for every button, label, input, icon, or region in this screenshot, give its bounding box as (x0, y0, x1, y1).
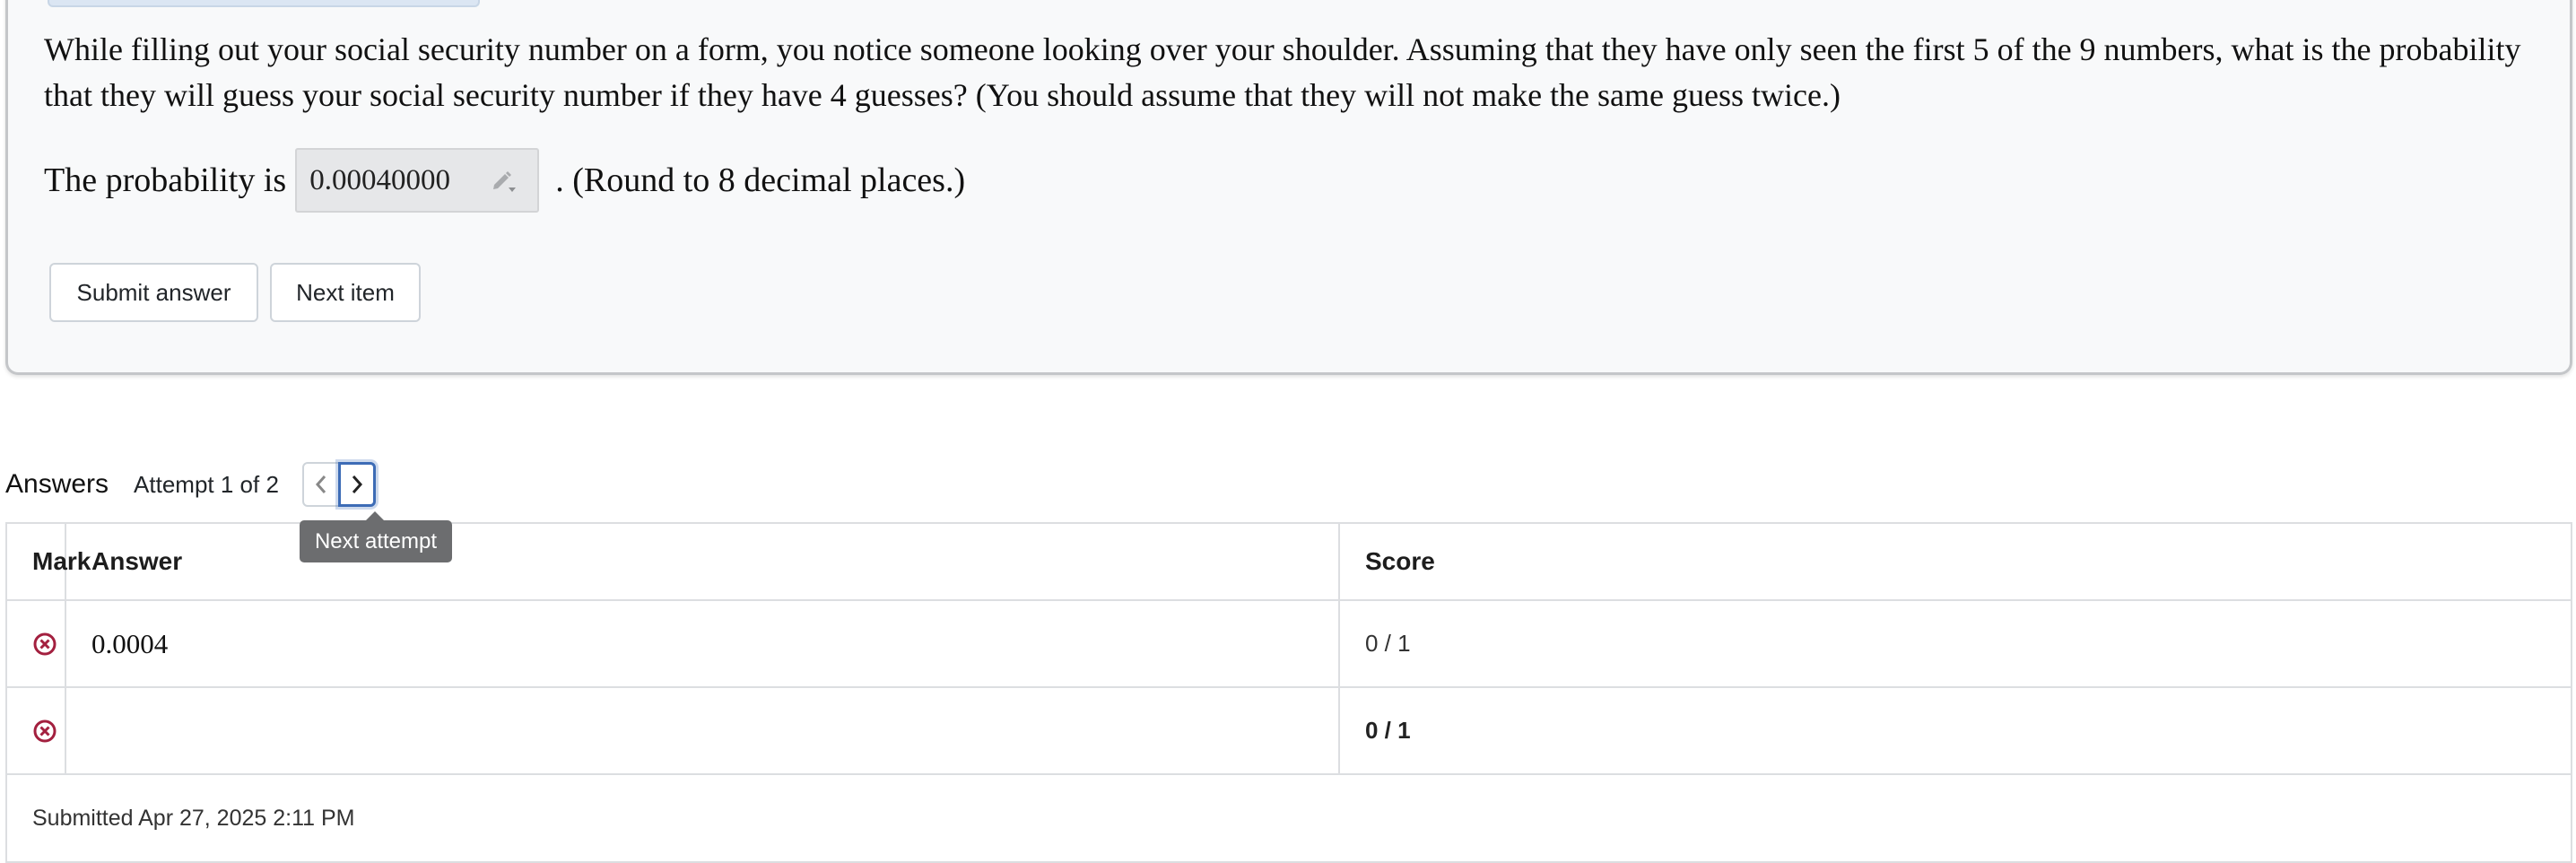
incorrect-circle-x-icon (33, 719, 57, 742)
question-header-strip (48, 0, 480, 7)
answers-title: Answers (5, 469, 109, 499)
answers-table: Mark Answer Score 0.0004 0 / 1 0 / 1 Sub… (5, 522, 2572, 863)
answers-header: Answers Attempt 1 of 2 (5, 462, 376, 507)
answer-input[interactable]: 0.00040000 (295, 148, 540, 213)
answer-line: The probability is 0.00040000 . (Round t… (44, 148, 965, 213)
attempt-label: Attempt 1 of 2 (134, 470, 279, 498)
table-row: 0.0004 0 / 1 (5, 599, 2572, 688)
tooltip-arrow (366, 511, 384, 520)
total-score-cell: 0 / 1 (1338, 686, 2572, 775)
mark-cell (5, 686, 66, 775)
question-card: While filling out your social security n… (5, 0, 2572, 375)
pencil-dropdown-icon[interactable] (489, 165, 519, 196)
attempt-navigation (301, 462, 376, 507)
answer-input-value: 0.00040000 (309, 163, 450, 196)
question-text: While filling out your social security n… (44, 31, 2521, 113)
previous-attempt-button[interactable] (301, 462, 340, 507)
submit-answer-button[interactable]: Submit answer (49, 263, 258, 322)
answer-prefix: The probability is (44, 161, 287, 199)
chevron-right-icon (352, 475, 362, 493)
chevron-left-icon (315, 475, 326, 493)
column-header-mark: Mark (5, 522, 91, 601)
next-attempt-tooltip: Next attempt (300, 520, 452, 562)
column-header-score: Score (1338, 522, 2572, 601)
answer-cell (65, 686, 1340, 775)
submitted-timestamp: Submitted Apr 27, 2025 2:11 PM (5, 773, 2572, 863)
next-item-button[interactable]: Next item (270, 263, 421, 322)
next-attempt-button[interactable] (337, 462, 376, 507)
table-row: 0 / 1 (5, 686, 2572, 775)
submitted-row: Submitted Apr 27, 2025 2:11 PM (5, 773, 2572, 863)
mark-cell (5, 599, 66, 688)
answer-suffix: . (Round to 8 decimal places.) (555, 161, 966, 199)
answer-cell: 0.0004 (65, 599, 1340, 688)
column-header-answer: Answer (65, 522, 1340, 601)
score-cell: 0 / 1 (1338, 599, 2572, 688)
incorrect-circle-x-icon (33, 632, 57, 655)
